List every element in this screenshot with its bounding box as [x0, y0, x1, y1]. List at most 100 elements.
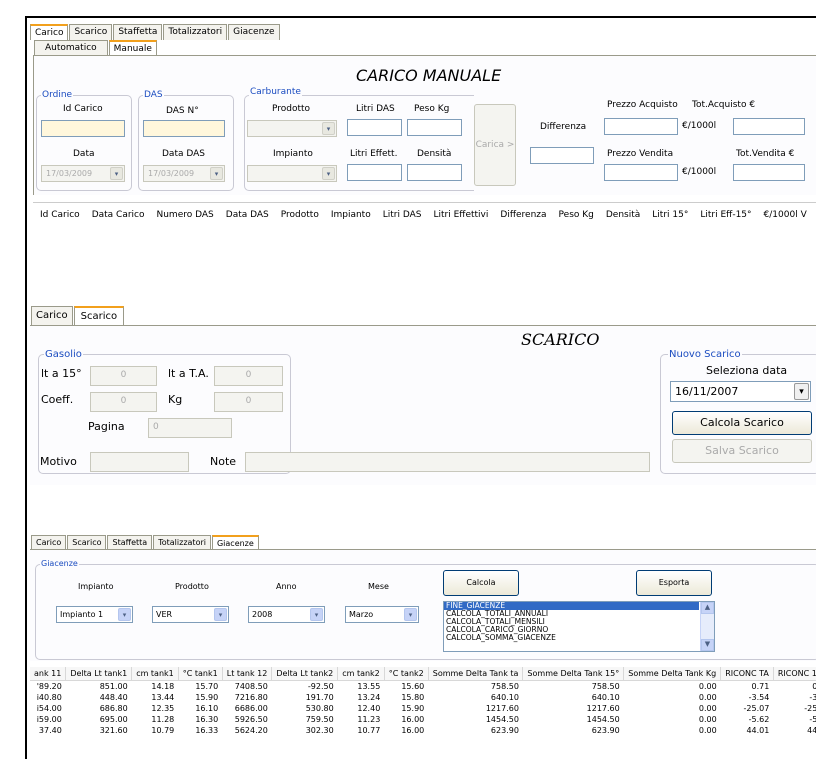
tot-acquisto-input[interactable] — [733, 118, 805, 135]
chevron-down-icon[interactable]: ▾ — [794, 383, 809, 400]
tab-scarico[interactable]: Scarico — [69, 24, 113, 40]
column-header[interactable]: Impianto — [325, 210, 377, 220]
calcola-scarico-button[interactable]: Calcola Scarico — [672, 411, 812, 435]
column-header[interactable]: cm tank1 — [131, 667, 179, 681]
prodotto-select[interactable]: VER ▾ — [152, 606, 229, 623]
litri-effett-input[interactable] — [347, 164, 402, 181]
procedure-list[interactable]: FINE_GIACENZE CALCOLA_TOTALI_ANNUALI CAL… — [443, 601, 715, 652]
list-scrollbar[interactable]: ▲ ▼ — [700, 602, 714, 651]
chevron-down-icon[interactable]: ▼ — [701, 639, 714, 651]
column-header[interactable]: Densità — [600, 210, 646, 220]
peso-kg-input[interactable] — [407, 119, 462, 136]
tab-staffetta[interactable]: Staffetta — [113, 24, 163, 40]
das-num-input[interactable] — [143, 120, 225, 137]
chevron-down-icon[interactable]: ▾ — [322, 122, 335, 135]
tab-giacenze[interactable]: Giacenze — [228, 24, 280, 40]
column-header[interactable]: Somme Delta Tank ta — [428, 667, 524, 681]
calcola-button[interactable]: Calcola — [443, 570, 519, 596]
column-header[interactable]: Peso Kg — [553, 210, 600, 220]
giacenze-table[interactable]: ank 11 Delta Lt tank1 cm tank1 °C tank1 Lt t… — [30, 667, 816, 736]
mese-label: Mese — [368, 582, 389, 591]
column-header[interactable]: Litri Effettivi — [427, 210, 494, 220]
prezzo-vendita-input[interactable] — [604, 164, 678, 181]
chevron-down-icon[interactable]: ▾ — [118, 608, 131, 621]
chevron-up-icon[interactable]: ▲ — [701, 602, 714, 614]
differenza-input[interactable] — [530, 147, 594, 164]
data-label: Data — [73, 149, 95, 159]
carica-button[interactable]: Carica > — [474, 104, 516, 186]
chevron-down-icon[interactable]: ▾ — [322, 167, 335, 180]
coeff-field[interactable]: 0 — [90, 392, 157, 412]
column-header[interactable]: €/1000l V — [758, 210, 813, 220]
column-header[interactable]: Id Carico — [34, 210, 86, 220]
mese-select[interactable]: Marzo ▾ — [345, 606, 419, 623]
densita-input[interactable] — [407, 164, 462, 181]
anno-select[interactable]: 2008 ▾ — [248, 606, 325, 623]
pagina-field[interactable]: 0 — [148, 418, 232, 438]
litri-das-input[interactable] — [347, 119, 402, 136]
table-row[interactable]: i40.80 448.40 13.44 15.90 7216.80 191.70 13.24… — [30, 692, 816, 703]
prezzo-acquisto-input[interactable] — [604, 118, 678, 135]
table-row[interactable]: i54.00 686.80 12.35 16.10 6686.00 530.80 12.40… — [30, 703, 816, 714]
chevron-down-icon[interactable]: ▾ — [404, 608, 417, 621]
column-header[interactable]: Data DAS — [220, 210, 275, 220]
column-header[interactable]: Litri 15° — [646, 210, 694, 220]
column-header[interactable]: cm tank2 — [337, 667, 385, 681]
table-cell: 5926.50 — [234, 715, 268, 724]
data-datepicker[interactable]: 17/03/2009 ▾ — [41, 165, 125, 182]
column-header[interactable]: ank 11 — [30, 667, 67, 681]
tab-totalizzatori[interactable]: Totalizzatori — [163, 24, 228, 40]
tot-vendita-input[interactable] — [733, 164, 805, 181]
table-row[interactable]: '89.20 851.00 14.18 15.70 7408.50 -92.50 13.55… — [30, 681, 816, 693]
ltta-field[interactable]: 0 — [214, 366, 283, 386]
data-das-label: Data DAS — [162, 149, 205, 159]
lt15-field[interactable]: 0 — [90, 366, 157, 386]
list-item[interactable]: CALCOLA_SOMMA_GIACENZE — [444, 634, 714, 642]
panel1-subtabs: Automatico Manuale — [34, 40, 157, 56]
motivo-input[interactable] — [90, 452, 189, 472]
column-header[interactable]: RICONC TA — [720, 667, 774, 681]
kg-field[interactable]: 0 — [214, 392, 283, 412]
chevron-down-icon[interactable]: ▾ — [310, 608, 323, 621]
table-cell: 0.00 — [698, 693, 717, 702]
litri-das-label: Litri DAS — [356, 104, 395, 114]
id-carico-input[interactable] — [41, 120, 125, 137]
subtab-manuale[interactable]: Manuale — [108, 40, 157, 56]
column-header[interactable]: °C tank2 — [384, 667, 429, 681]
column-header[interactable]: Data Carico — [86, 210, 151, 220]
tab-carico[interactable]: Carico — [31, 306, 73, 327]
esporta-button[interactable]: Esporta — [636, 570, 712, 596]
column-header[interactable]: Somme Delta Tank Kg — [623, 667, 722, 681]
note-input[interactable] — [245, 452, 650, 472]
table-cell: -3.54 — [748, 693, 770, 702]
column-header[interactable]: Numero DAS — [151, 210, 220, 220]
chevron-down-icon[interactable]: ▾ — [210, 167, 223, 180]
impianto-select[interactable]: Impianto 1 ▾ — [56, 606, 133, 623]
salva-scarico-button[interactable]: Salva Scarico — [672, 439, 812, 463]
chevron-down-icon[interactable]: ▾ — [110, 167, 123, 180]
tab-scarico[interactable]: Scarico — [73, 306, 125, 327]
column-header[interactable]: Delta Lt tank2 — [271, 667, 339, 681]
column-header[interactable]: °C tank1 — [178, 667, 223, 681]
table-cell: 10.79 — [151, 726, 175, 735]
table-cell: 686.80 — [99, 704, 128, 713]
column-header[interactable]: Delta Lt tank1 — [65, 667, 133, 681]
column-header[interactable]: Differenza — [494, 210, 552, 220]
column-header[interactable]: Litri Eff-15° — [694, 210, 757, 220]
table-row[interactable]: i59.00 695.00 11.28 16.30 5926.50 759.50 11.23… — [30, 714, 816, 725]
tab-carico[interactable]: Carico — [30, 24, 69, 40]
table-cell: '89.20 — [36, 682, 62, 691]
scarico-date-picker[interactable]: 16/11/2007 ▾ — [670, 381, 811, 402]
data-das-datepicker[interactable]: 17/03/2009 ▾ — [143, 165, 225, 182]
column-header[interactable]: Lt tank 12 — [222, 667, 273, 681]
impianto-select[interactable]: ▾ — [247, 165, 337, 182]
chevron-down-icon[interactable]: ▾ — [214, 608, 227, 621]
subtab-automatico[interactable]: Automatico — [34, 40, 108, 56]
carico-table-header: Id Carico Data Carico Numero DAS Data DA… — [34, 210, 813, 220]
column-header[interactable]: Prodotto — [275, 210, 325, 220]
column-header[interactable]: Somme Delta Tank 15° — [522, 667, 625, 681]
table-row[interactable]: 37.40 321.60 10.79 16.33 5624.20 302.30 10.77 1… — [30, 725, 816, 736]
column-header[interactable]: Litri DAS — [377, 210, 428, 220]
prodotto-select[interactable]: ▾ — [247, 120, 337, 137]
column-header[interactable]: RICONC 1 — [773, 667, 816, 681]
